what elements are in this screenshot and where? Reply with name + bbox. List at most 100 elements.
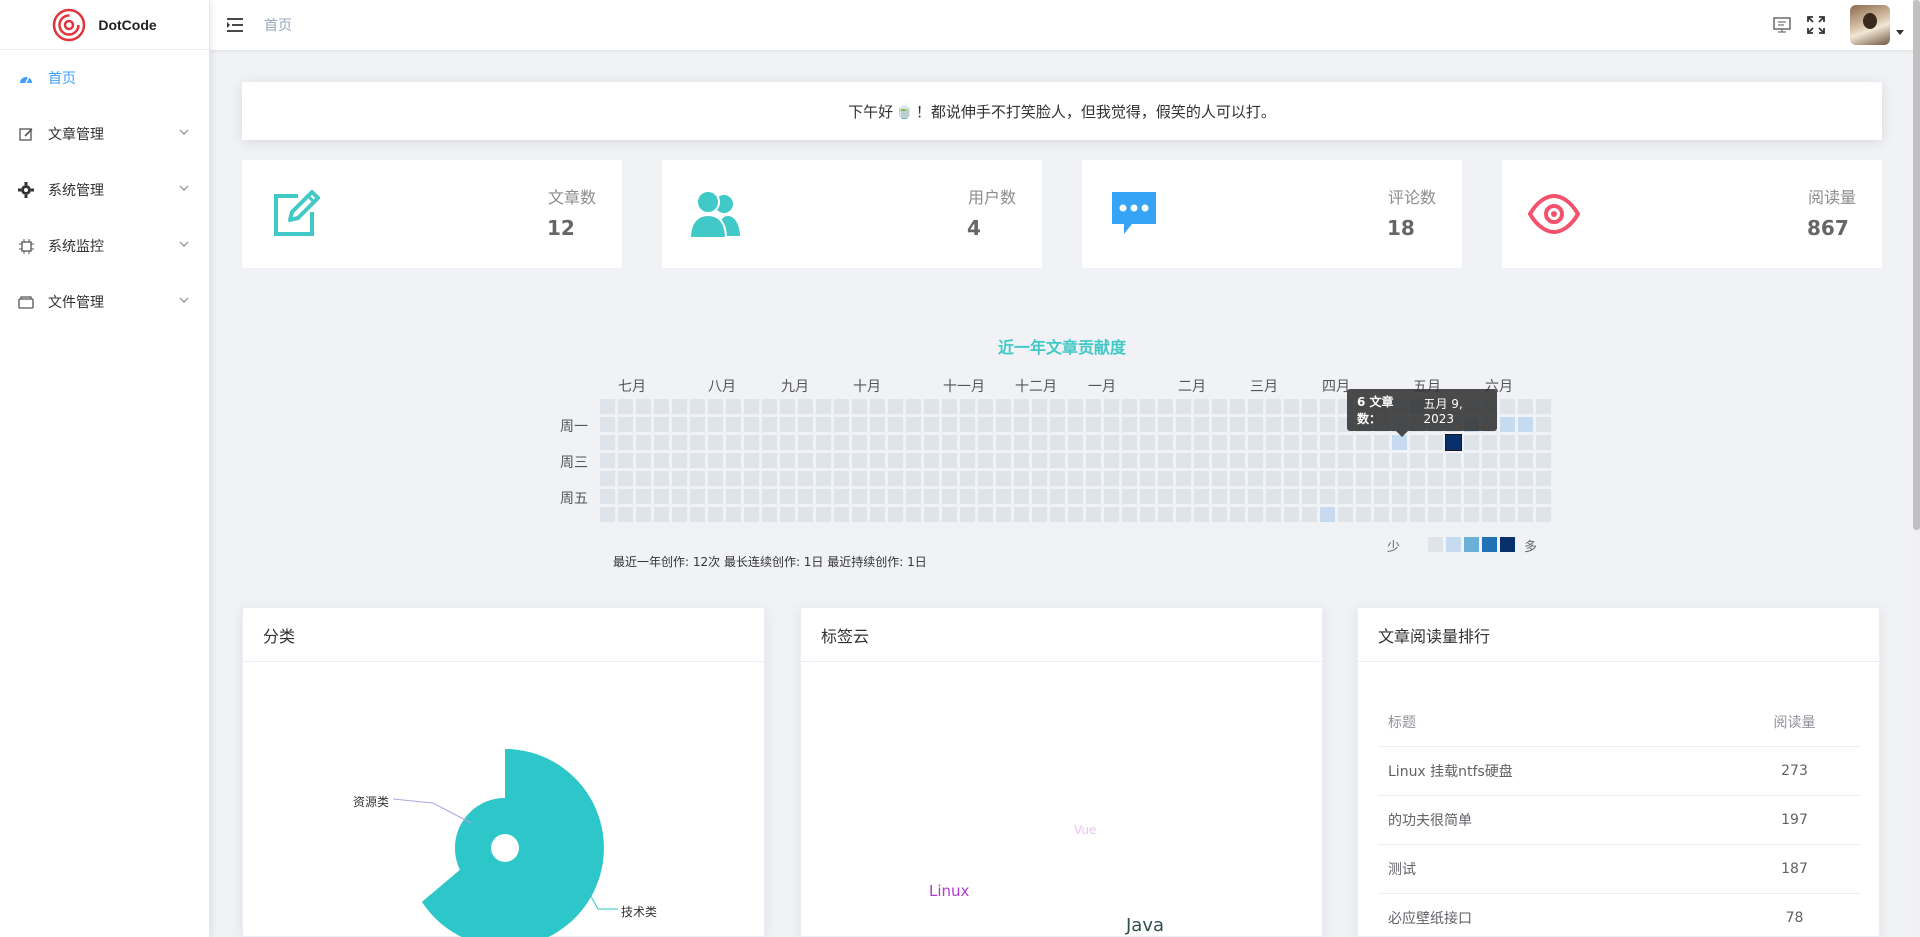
heatmap-cell[interactable] (1104, 489, 1119, 504)
heatmap-cell[interactable] (1158, 435, 1173, 450)
heatmap-cell[interactable] (1338, 489, 1353, 504)
heatmap-cell[interactable] (1410, 507, 1425, 522)
heatmap-cell[interactable] (744, 435, 759, 450)
heatmap-cell[interactable] (690, 507, 705, 522)
heatmap-cell[interactable] (1302, 471, 1317, 486)
heatmap-cell[interactable] (636, 399, 651, 414)
heatmap-cell[interactable] (780, 435, 795, 450)
heatmap-cell[interactable] (852, 453, 867, 468)
heatmap-cell[interactable] (1086, 435, 1101, 450)
heatmap-cell[interactable] (1194, 417, 1209, 432)
heatmap-cell[interactable] (708, 453, 723, 468)
heatmap-cell[interactable] (1140, 453, 1155, 468)
heatmap-cell[interactable] (600, 435, 615, 450)
heatmap-cell[interactable] (1140, 435, 1155, 450)
heatmap-cell[interactable] (762, 507, 777, 522)
heatmap-cell[interactable] (654, 489, 669, 504)
heatmap-cell[interactable] (978, 471, 993, 486)
monitor-icon[interactable] (1772, 15, 1792, 35)
heatmap-cell[interactable] (1158, 417, 1173, 432)
heatmap-cell[interactable] (744, 453, 759, 468)
heatmap-cell[interactable] (906, 489, 921, 504)
heatmap-cell[interactable] (690, 399, 705, 414)
heatmap-cell[interactable] (1320, 417, 1335, 432)
heatmap-cell[interactable] (942, 471, 957, 486)
heatmap-cell[interactable] (798, 435, 813, 450)
heatmap-cell[interactable] (1428, 507, 1443, 522)
heatmap-cell[interactable] (978, 435, 993, 450)
sidebar-item-files[interactable]: 文件管理 (0, 274, 209, 330)
heatmap-cell[interactable] (1014, 507, 1029, 522)
heatmap-cell[interactable] (1104, 435, 1119, 450)
heatmap-cell[interactable] (708, 489, 723, 504)
heatmap-cell[interactable] (816, 417, 831, 432)
heatmap-cell[interactable] (1212, 399, 1227, 414)
heatmap-cell[interactable] (942, 453, 957, 468)
heatmap-cell[interactable] (618, 453, 633, 468)
heatmap-cell[interactable] (1302, 399, 1317, 414)
heatmap-cell[interactable] (924, 399, 939, 414)
heatmap-cell[interactable] (906, 417, 921, 432)
heatmap-cell[interactable] (1266, 435, 1281, 450)
heatmap-cell[interactable] (1140, 399, 1155, 414)
heatmap-cell[interactable] (906, 471, 921, 486)
heatmap-cell[interactable] (1194, 399, 1209, 414)
heatmap-cell[interactable] (1068, 399, 1083, 414)
heatmap-cell[interactable] (1176, 399, 1191, 414)
heatmap-cell[interactable] (816, 489, 831, 504)
heatmap-cell[interactable] (1500, 471, 1515, 486)
heatmap-cell[interactable] (996, 489, 1011, 504)
heatmap-cell[interactable] (1320, 507, 1335, 522)
heatmap-cell[interactable] (1518, 435, 1533, 450)
heatmap-cell[interactable] (1320, 435, 1335, 450)
heatmap-cell[interactable] (834, 417, 849, 432)
heatmap-cell[interactable] (1302, 435, 1317, 450)
heatmap-cell[interactable] (888, 435, 903, 450)
heatmap-cell[interactable] (780, 453, 795, 468)
heatmap-cell[interactable] (726, 471, 741, 486)
heatmap-cell[interactable] (996, 417, 1011, 432)
heatmap-cell[interactable] (1266, 399, 1281, 414)
heatmap-cell[interactable] (924, 435, 939, 450)
heatmap-cell[interactable] (1140, 507, 1155, 522)
avatar[interactable] (1850, 5, 1890, 45)
heatmap-cell[interactable] (744, 399, 759, 414)
heatmap-cell[interactable] (726, 489, 741, 504)
heatmap-cell[interactable] (1266, 489, 1281, 504)
heatmap-cell[interactable] (708, 471, 723, 486)
heatmap-cell[interactable] (942, 417, 957, 432)
heatmap-cell[interactable] (996, 471, 1011, 486)
heatmap-cell[interactable] (1266, 453, 1281, 468)
heatmap-cell[interactable] (1356, 507, 1371, 522)
heatmap-cell[interactable] (1068, 507, 1083, 522)
heatmap-cell[interactable] (780, 399, 795, 414)
heatmap-cell[interactable] (1536, 453, 1551, 468)
fullscreen-icon[interactable] (1806, 15, 1826, 35)
heatmap-cell[interactable] (1176, 471, 1191, 486)
heatmap-cell[interactable] (726, 417, 741, 432)
heatmap-cell[interactable] (1266, 471, 1281, 486)
heatmap-cell[interactable] (636, 489, 651, 504)
heatmap-cell[interactable] (1050, 507, 1065, 522)
heatmap-cell[interactable] (1320, 471, 1335, 486)
heatmap-cell[interactable] (1284, 453, 1299, 468)
breadcrumb[interactable]: 首页 (264, 15, 292, 35)
heatmap-cell[interactable] (1230, 417, 1245, 432)
heatmap-cell[interactable] (744, 417, 759, 432)
heatmap-cell[interactable] (1428, 489, 1443, 504)
heatmap-cell[interactable] (1302, 489, 1317, 504)
tag-java[interactable]: Java (1126, 915, 1164, 936)
heatmap-cell[interactable] (1176, 417, 1191, 432)
heatmap-cell[interactable] (762, 453, 777, 468)
heatmap-cell[interactable] (762, 435, 777, 450)
heatmap-cell[interactable] (1176, 435, 1191, 450)
heatmap-cell[interactable] (1500, 435, 1515, 450)
heatmap-cell[interactable] (960, 489, 975, 504)
heatmap-cell[interactable] (1464, 489, 1479, 504)
heatmap-cell[interactable] (1518, 489, 1533, 504)
heatmap-cell[interactable] (1320, 399, 1335, 414)
scrollbar[interactable] (1913, 0, 1920, 937)
heatmap-cell[interactable] (1374, 489, 1389, 504)
heatmap-cell[interactable] (942, 435, 957, 450)
heatmap-cell[interactable] (636, 507, 651, 522)
